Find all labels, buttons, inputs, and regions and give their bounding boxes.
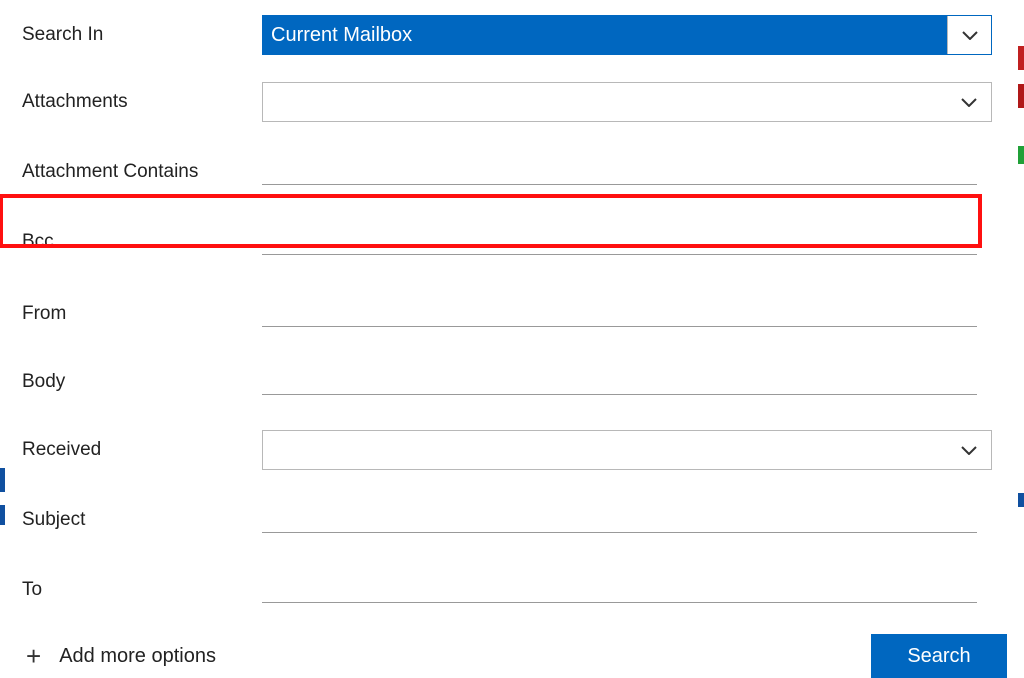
row-to: To bbox=[22, 560, 1009, 620]
chevron-box bbox=[947, 431, 991, 469]
search-button[interactable]: Search bbox=[871, 634, 1007, 678]
chevron-box bbox=[947, 83, 991, 121]
edge-stripe bbox=[1018, 146, 1024, 164]
from-input[interactable] bbox=[262, 301, 977, 327]
label-from: From bbox=[22, 303, 262, 325]
chevron-down-icon bbox=[961, 446, 977, 455]
edge-stripe bbox=[1018, 493, 1024, 507]
label-to: To bbox=[22, 579, 262, 601]
received-dropdown[interactable] bbox=[262, 430, 992, 470]
label-search-in: Search In bbox=[22, 24, 262, 46]
row-attachments: Attachments bbox=[22, 72, 1009, 132]
row-search-in: Search In Current Mailbox bbox=[22, 10, 1009, 60]
label-received: Received bbox=[22, 439, 262, 461]
left-edge-mark bbox=[0, 468, 5, 492]
bottom-row: + Add more options Search bbox=[22, 620, 1009, 678]
plus-icon: + bbox=[26, 641, 41, 672]
search-in-value: Current Mailbox bbox=[263, 24, 412, 47]
row-received: Received bbox=[22, 420, 1009, 480]
search-in-dropdown[interactable]: Current Mailbox bbox=[262, 15, 992, 55]
label-attachments: Attachments bbox=[22, 91, 262, 113]
chevron-down-icon bbox=[962, 31, 978, 40]
row-bcc: Bcc bbox=[22, 212, 1009, 272]
left-edge-mark bbox=[0, 505, 5, 525]
attachments-dropdown[interactable] bbox=[262, 82, 992, 122]
add-more-label: Add more options bbox=[59, 645, 216, 668]
advanced-search-form: Search In Current Mailbox Attachments bbox=[0, 0, 1024, 678]
label-body: Body bbox=[22, 371, 262, 393]
to-input[interactable] bbox=[262, 577, 977, 603]
bcc-input[interactable] bbox=[262, 229, 977, 255]
label-subject: Subject bbox=[22, 509, 262, 531]
row-from: From bbox=[22, 284, 1009, 344]
chevron-down-icon bbox=[961, 98, 977, 107]
add-more-options[interactable]: + Add more options bbox=[26, 641, 216, 672]
edge-stripe bbox=[1018, 46, 1024, 70]
edge-stripe bbox=[1018, 84, 1024, 108]
subject-input[interactable] bbox=[262, 507, 977, 533]
row-body: Body bbox=[22, 352, 1009, 412]
right-edge-decor bbox=[1014, 0, 1024, 657]
row-subject: Subject bbox=[22, 490, 1009, 550]
chevron-box bbox=[947, 16, 991, 54]
attachment-contains-input[interactable] bbox=[262, 159, 977, 185]
label-attachment-contains: Attachment Contains bbox=[22, 161, 262, 183]
body-input[interactable] bbox=[262, 369, 977, 395]
label-bcc: Bcc bbox=[22, 231, 262, 253]
row-attachment-contains: Attachment Contains bbox=[22, 142, 1009, 202]
